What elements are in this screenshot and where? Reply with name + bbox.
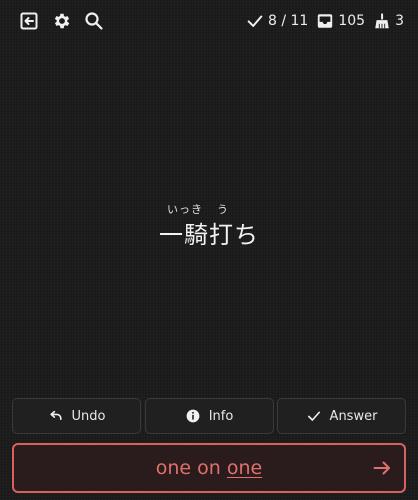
- answer-value-main: one on: [155, 457, 227, 479]
- checkmark-icon: [247, 15, 263, 27]
- info-button[interactable]: Info: [144, 398, 274, 434]
- wipe-count: 3: [395, 13, 404, 29]
- gear-icon[interactable]: [52, 11, 72, 31]
- inbox-count: 105: [338, 13, 366, 29]
- wipe-stat: 3: [373, 12, 404, 30]
- answer-value: one on one: [14, 445, 404, 491]
- undo-button[interactable]: Undo: [12, 398, 141, 434]
- inbox-stat: 105: [316, 12, 365, 30]
- undo-icon: [49, 410, 62, 420]
- furigana: いっき う: [0, 195, 418, 216]
- top-bar: 8 / 11 105 3: [0, 8, 418, 34]
- search-icon[interactable]: [84, 11, 104, 31]
- arrow-right-icon[interactable]: [372, 458, 392, 478]
- done-stat: 8 / 11: [246, 12, 308, 30]
- undo-label: Undo: [71, 408, 106, 424]
- furigana-2: う: [217, 203, 229, 216]
- furigana-1: いっき: [167, 203, 203, 216]
- done-count: 8 / 11: [268, 13, 309, 29]
- review-screen: 8 / 11 105 3 いっき う 一騎打ち Undo Info Answer…: [0, 0, 418, 500]
- action-bar: Undo Info Answer: [12, 398, 406, 434]
- flashcard: いっき う 一騎打ち: [0, 195, 418, 250]
- answer-label: Answer: [329, 408, 378, 424]
- inbox-icon: [318, 14, 333, 28]
- checkmark-icon: [307, 411, 320, 421]
- broom-icon: [375, 13, 389, 29]
- answer-input[interactable]: one on one: [12, 443, 406, 493]
- vocab-word: 一騎打ち: [159, 221, 259, 249]
- answer-button[interactable]: Answer: [277, 398, 406, 434]
- exit-icon[interactable]: [19, 11, 39, 31]
- info-label: Info: [208, 408, 234, 424]
- session-stats: 8 / 11 105 3: [238, 11, 404, 31]
- answer-value-underlined: one: [226, 457, 263, 479]
- info-icon: [186, 409, 200, 423]
